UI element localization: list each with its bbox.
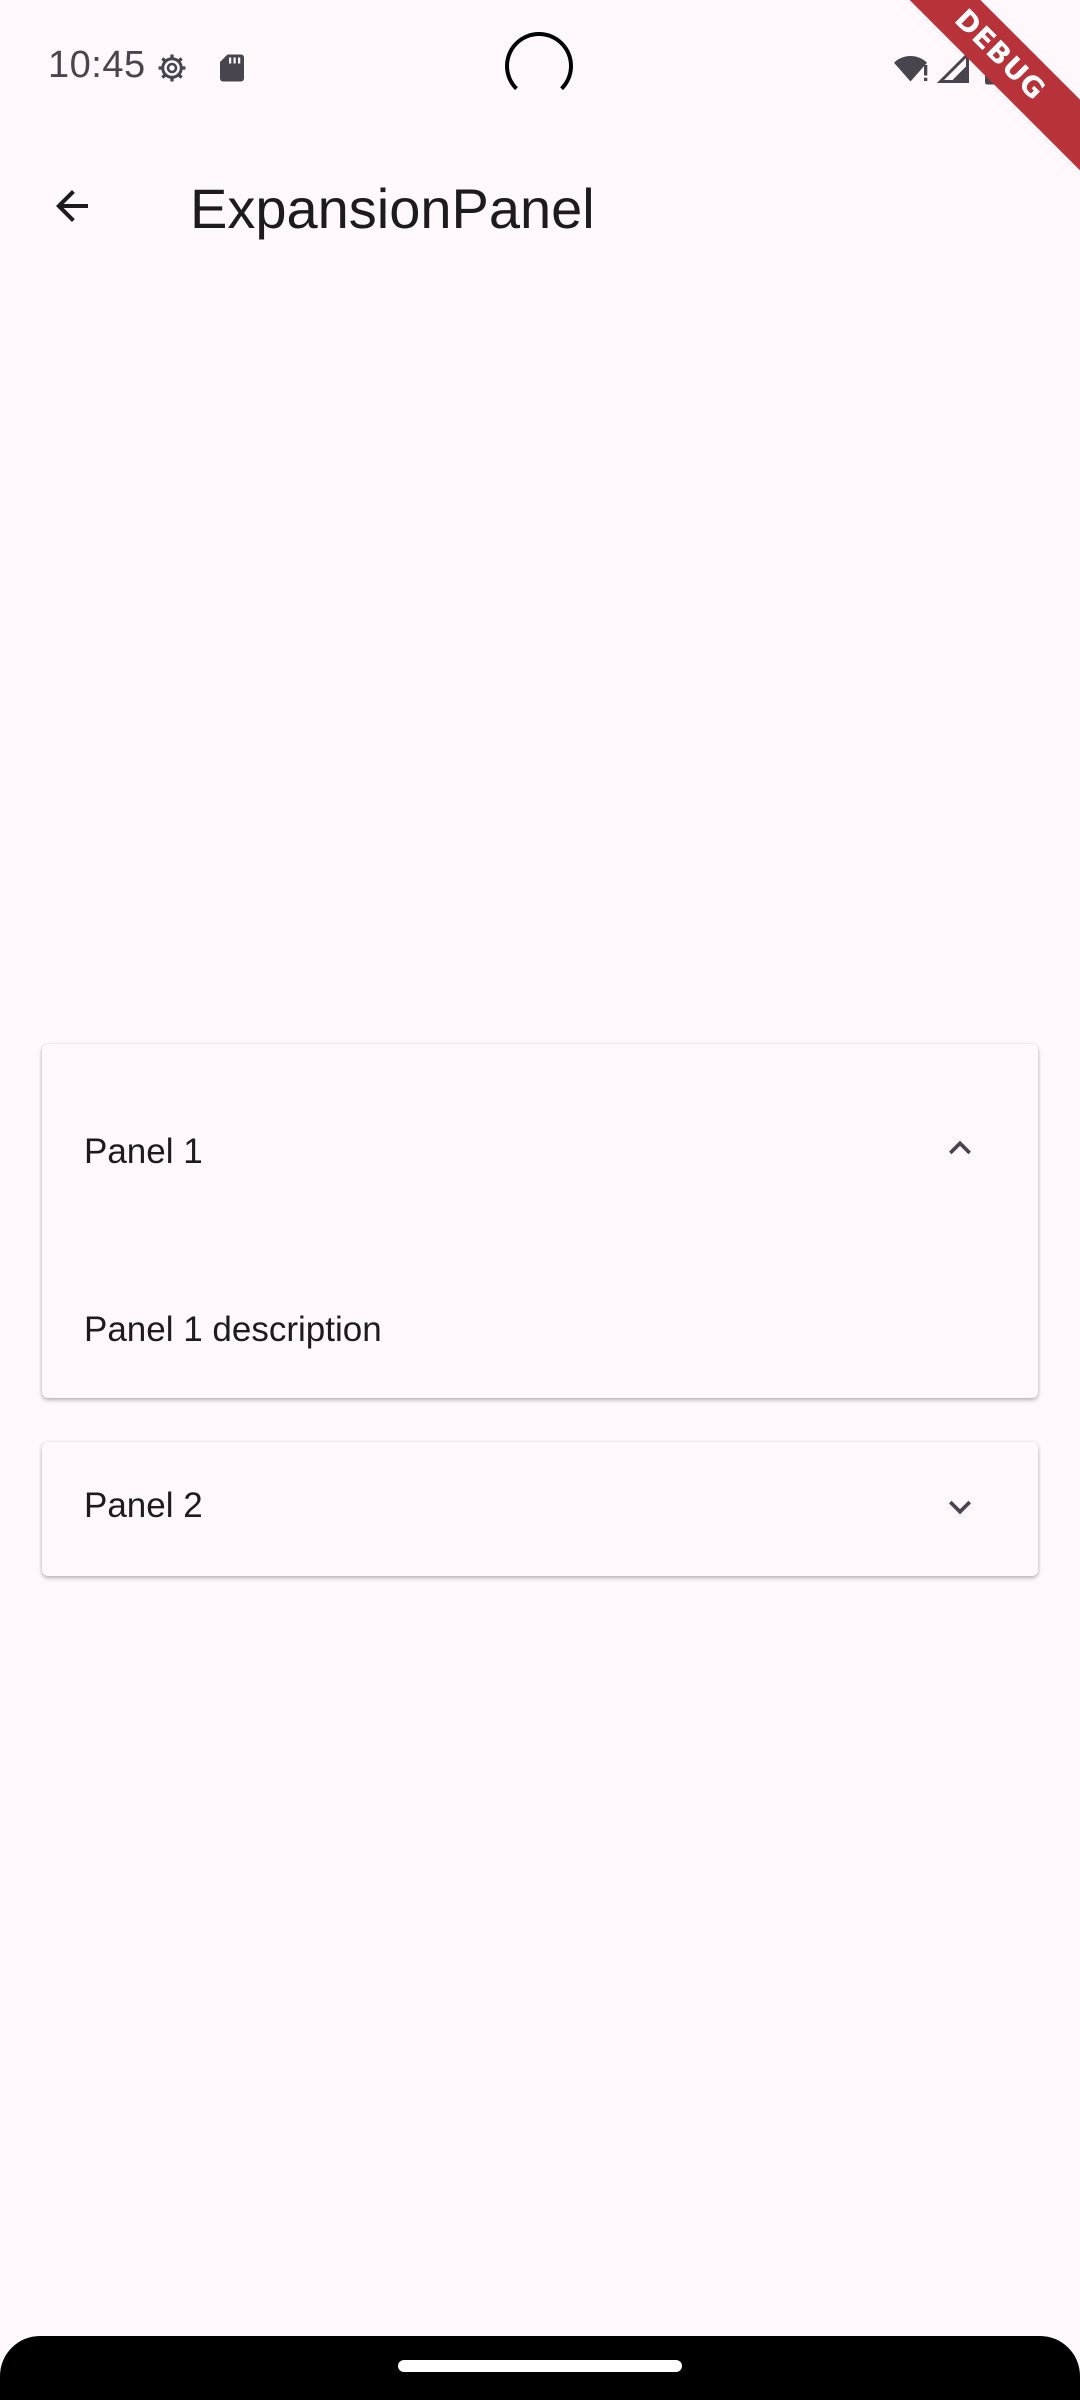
expansion-panel-2: Panel 2 — [42, 1442, 1038, 1576]
chevron-up-icon — [938, 1126, 982, 1175]
chevron-down-icon — [938, 1485, 982, 1534]
camera-cutout — [505, 32, 573, 100]
status-time: 10:45 — [48, 44, 146, 86]
panel-2-header[interactable]: Panel 2 — [84, 1486, 203, 1526]
panel-1-description: Panel 1 description — [84, 1310, 382, 1349]
back-button[interactable] — [24, 160, 120, 256]
app-screen: 10:45 DEBUG ExpansionPanel Panel 1 Panel… — [0, 0, 1080, 2400]
arrow-back-icon — [48, 182, 96, 235]
status-bar: 10:45 DEBUG — [0, 0, 1080, 179]
page-title: ExpansionPanel — [190, 177, 595, 240]
app-bar: ExpansionPanel — [0, 136, 1080, 280]
panel-2-expand-button[interactable] — [924, 1473, 996, 1545]
panel-1-collapse-button[interactable] — [924, 1114, 996, 1186]
sd-card-icon — [214, 50, 250, 86]
settings-gear-icon — [154, 50, 190, 86]
expansion-panel-1: Panel 1 Panel 1 description — [42, 1044, 1038, 1398]
wifi-alert-icon — [892, 50, 928, 86]
panel-1-header[interactable]: Panel 1 — [84, 1132, 203, 1172]
home-indicator[interactable] — [398, 2360, 682, 2372]
